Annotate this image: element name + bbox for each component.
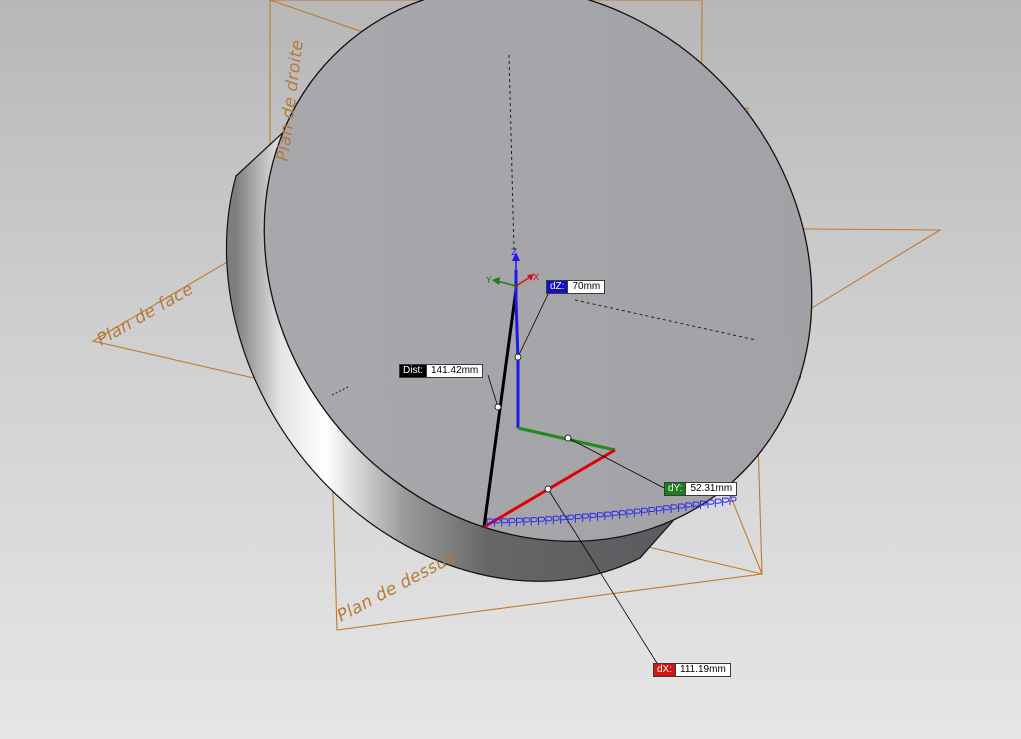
dy-callout-value: 52.31mm (685, 483, 737, 495)
dx-callout-tag: dX: (654, 664, 676, 676)
model-scene[interactable]: Z Y X Plan de droite Plan de face Plan d… (0, 0, 1021, 739)
dx-callout-value: 111.19mm (675, 664, 730, 676)
dz-callout-tag: dZ: (547, 281, 568, 293)
top-plane-label[interactable]: Plan de dessus (334, 547, 459, 626)
dx-callout[interactable]: dX: 111.19mm (653, 663, 731, 677)
triad-origin (514, 284, 518, 288)
dx-midpoint-handle[interactable] (544, 485, 552, 493)
dz-callout[interactable]: dZ: 70mm (546, 280, 606, 294)
dist-callout-value: 141.42mm (426, 365, 483, 377)
dist-midpoint-handle[interactable] (494, 403, 502, 411)
edge-marker (707, 499, 715, 509)
edge-marker (722, 497, 730, 507)
dz-callout-value: 70mm (567, 281, 605, 293)
triad-y-label: Y (485, 276, 492, 286)
triad-x-label: X (533, 273, 539, 283)
dy-callout[interactable]: dY: 52.31mm (664, 482, 738, 496)
dz-midpoint-handle[interactable] (514, 353, 522, 361)
front-plane-label[interactable]: Plan de face (94, 279, 198, 350)
dist-callout[interactable]: Dist: 141.42mm (399, 364, 484, 378)
dist-callout-tag: Dist: (400, 365, 426, 377)
graphics-viewport[interactable]: Z Y X Plan de droite Plan de face Plan d… (0, 0, 1021, 739)
edge-marker (714, 498, 722, 508)
triad-z-label: Z (511, 248, 517, 258)
dy-midpoint-handle[interactable] (564, 434, 572, 442)
dy-callout-tag: dY: (665, 483, 686, 495)
